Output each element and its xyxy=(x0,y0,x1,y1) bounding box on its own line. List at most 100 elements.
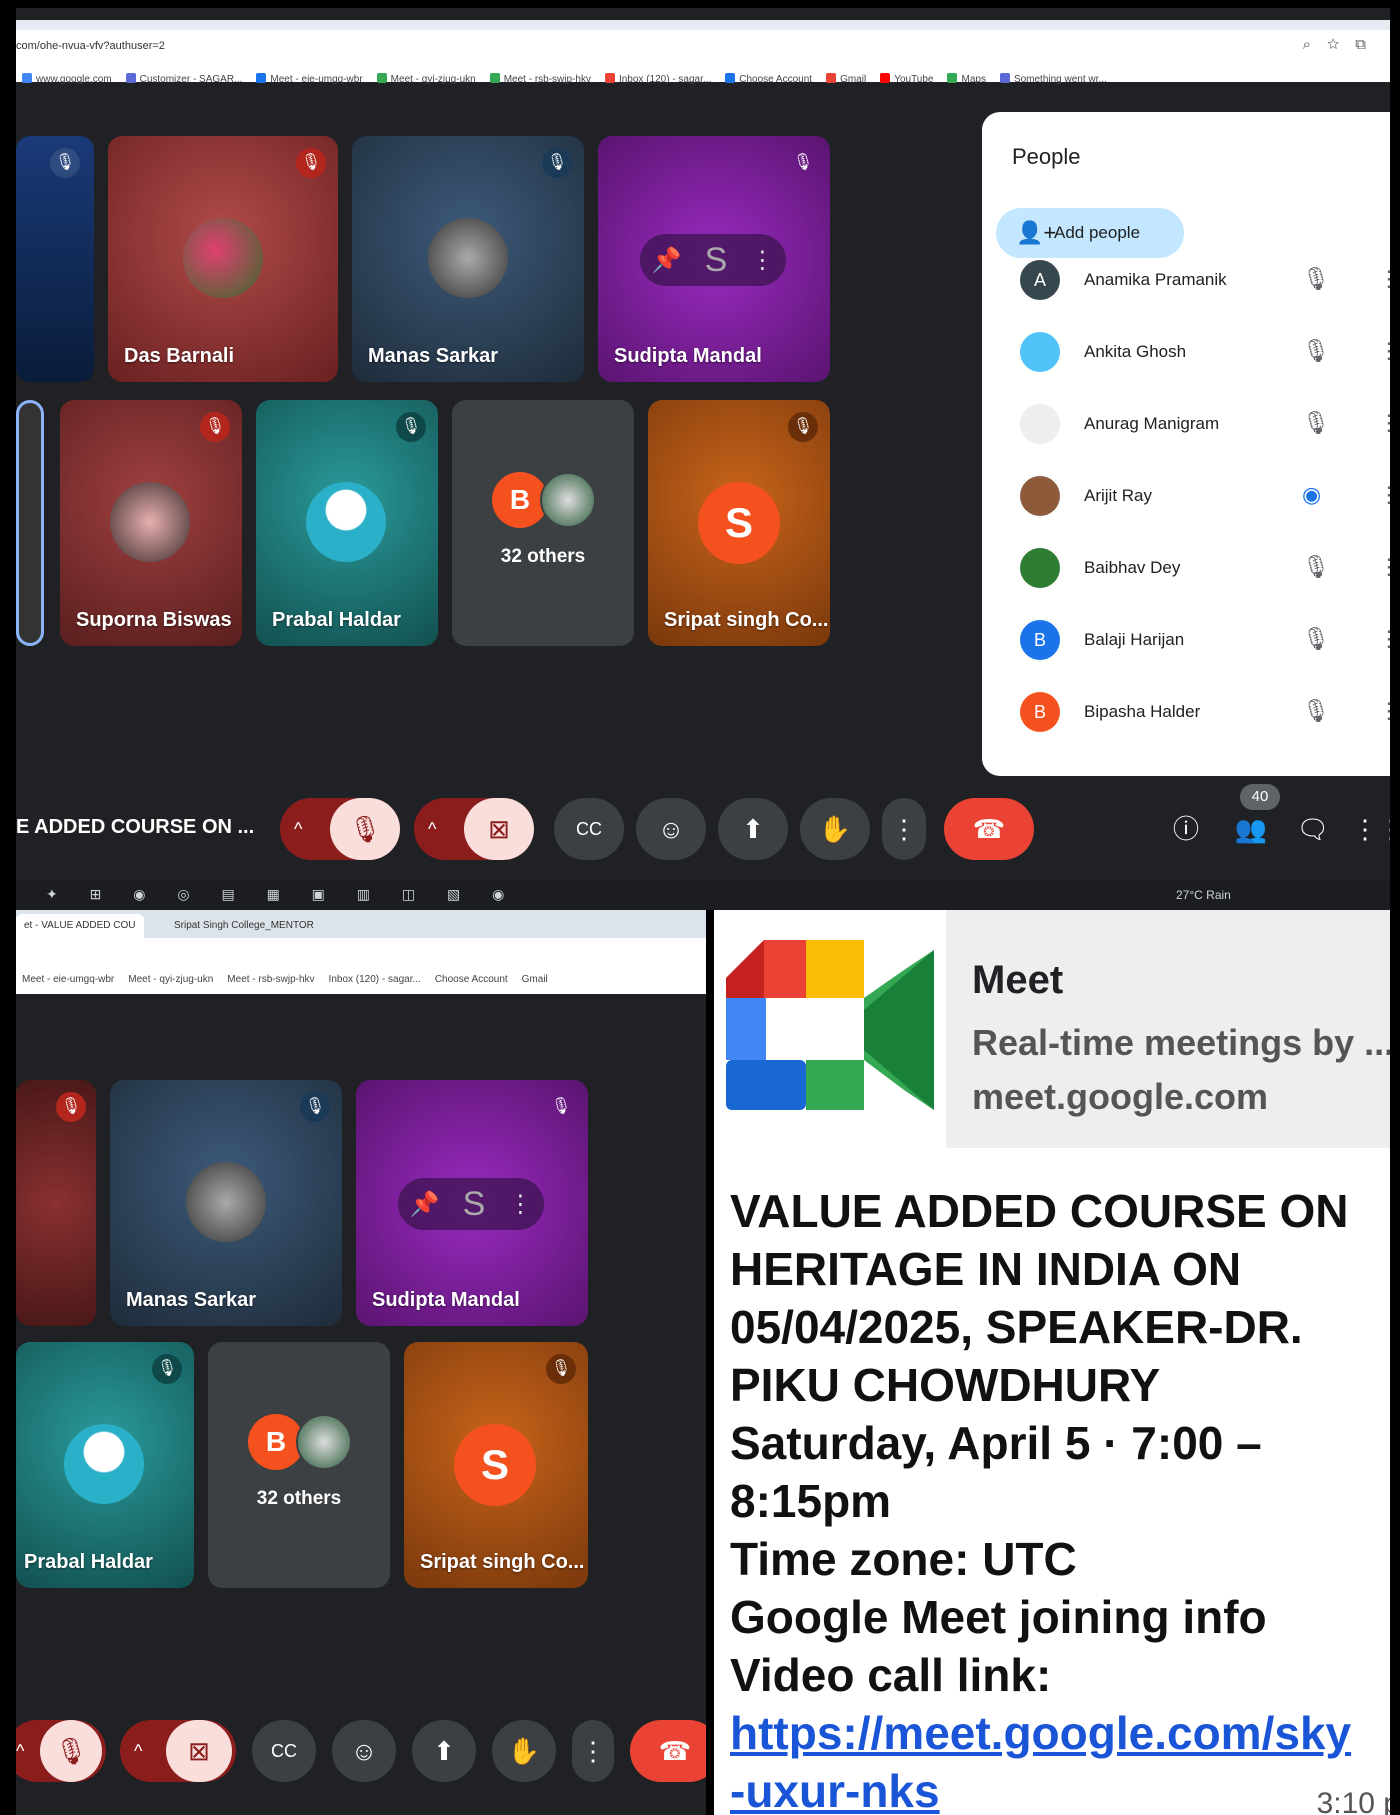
bookmark-favicon-icon xyxy=(256,73,267,83)
mic-options-button[interactable]: ^ 🎙 xyxy=(16,1720,106,1782)
weather-widget[interactable]: 27°C Rain xyxy=(1176,888,1231,902)
tile-partial-left[interactable]: 🎙 xyxy=(16,1080,96,1326)
participant-row[interactable]: Anurag Manigram 🎙 ⋮ xyxy=(982,388,1390,460)
mic-off-icon[interactable]: 🎙 xyxy=(1302,698,1330,724)
participant-row[interactable]: B Balaji Harijan 🎙 ⋮ xyxy=(982,604,1390,676)
mic-off-icon[interactable]: 🎙 xyxy=(1302,338,1330,364)
emoji-button[interactable]: ☺ xyxy=(332,1720,396,1782)
camera-options-button[interactable]: ^ ⊠ xyxy=(414,798,534,860)
participant-row[interactable]: A Anamika Pramanik 🎙 ⋮ xyxy=(982,244,1390,316)
participant-avatar xyxy=(1020,404,1060,444)
star-icon[interactable]: ☆ xyxy=(1327,36,1355,53)
leave-call-button[interactable]: ☎ xyxy=(630,1720,706,1782)
mic-toggle-button[interactable]: 🎙 xyxy=(40,1720,102,1782)
tab-meet[interactable]: et - VALUE ADDED COU xyxy=(16,914,144,938)
tile-sudipta-mandal[interactable]: 🎙 📌 S ⋮ Sudipta Mandal xyxy=(598,136,830,382)
tile-sudipta-mandal[interactable]: 🎙 📌 S ⋮ Sudipta Mandal xyxy=(356,1080,588,1326)
bookmark-item[interactable]: Maps xyxy=(947,73,986,85)
raise-hand-button[interactable]: ✋ xyxy=(800,798,870,860)
link-preview-card[interactable]: Meet Real-time meetings by ... meet.goog… xyxy=(714,910,1390,1148)
tile-sripat-singh[interactable]: 🎙 S Sripat singh Co... xyxy=(404,1342,588,1588)
avatar xyxy=(428,218,508,298)
bookmark-item[interactable]: Meet - qyi-zjug-ukn xyxy=(376,73,476,85)
tile-das-barnali[interactable]: 🎙 Das Barnali xyxy=(108,136,338,382)
bookmark-item[interactable]: Choose Account xyxy=(725,73,812,85)
bookmark-item[interactable]: Gmail xyxy=(826,73,866,85)
raise-hand-button[interactable]: ✋ xyxy=(492,1720,556,1782)
participant-row[interactable]: B Bipasha Halder 🎙 ⋮ xyxy=(982,676,1390,748)
leave-call-button[interactable]: ☎ xyxy=(944,798,1034,860)
present-button[interactable]: ⬆ xyxy=(718,798,788,860)
emoji-button[interactable]: ☺ xyxy=(636,798,706,860)
bookmark-item[interactable]: Meet - eie-umgq-wbr xyxy=(22,974,114,985)
present-button[interactable]: ⬆ xyxy=(412,1720,476,1782)
captions-button[interactable]: CC xyxy=(554,798,624,860)
bookmark-item[interactable]: Meet - rsb-swjp-hkv xyxy=(227,974,314,985)
bookmark-item[interactable]: Something went wr... xyxy=(999,73,1107,85)
more-vert-icon[interactable]: ⋮ xyxy=(1378,410,1390,436)
mic-off-icon[interactable]: 🎙 xyxy=(1302,554,1330,580)
mic-off-icon[interactable]: 🎙 xyxy=(1302,410,1330,436)
captions-button[interactable]: CC xyxy=(252,1720,316,1782)
bookmark-favicon-icon xyxy=(489,73,500,83)
more-vert-icon[interactable]: ⋮ xyxy=(508,1190,532,1219)
mic-off-icon: 🎙 xyxy=(56,1092,86,1122)
more-vert-icon[interactable]: ⋮ xyxy=(1378,338,1390,364)
bookmark-item[interactable]: www.google.com xyxy=(22,73,112,85)
tile-suporna-biswas[interactable]: 🎙 Suporna Biswas xyxy=(60,400,242,646)
chevron-up-icon: ^ xyxy=(16,1741,25,1761)
more-options-button[interactable]: ⋮ xyxy=(572,1720,614,1782)
message-line: Saturday, April 5 · 7:00 – xyxy=(730,1417,1262,1469)
tile-manas-sarkar[interactable]: 🎙 Manas Sarkar xyxy=(352,136,584,382)
pin-icon[interactable]: 📌 xyxy=(652,246,682,275)
tile-partial-left[interactable]: 🎙 xyxy=(16,136,94,382)
bookmark-item[interactable]: Choose Account xyxy=(435,974,508,985)
tile-partial-presenting[interactable] xyxy=(16,400,44,646)
camera-toggle-button[interactable]: ⊠ xyxy=(166,1720,232,1782)
meet-link-line2[interactable]: -uxur-nks xyxy=(730,1762,1390,1815)
participant-row[interactable]: Ankita Ghosh 🎙 ⋮ xyxy=(982,316,1390,388)
mic-off-icon[interactable]: 🎙 xyxy=(1302,266,1330,292)
tile-others[interactable]: B 32 others xyxy=(208,1342,390,1588)
avatar xyxy=(296,1414,352,1470)
chat-button[interactable]: 🗨 xyxy=(1290,798,1336,860)
meet-link-line1[interactable]: https://meet.google.com/sky xyxy=(730,1704,1390,1762)
bookmark-item[interactable]: Customizer - SAGAR... xyxy=(125,73,242,85)
bookmark-item[interactable]: Gmail xyxy=(522,974,548,985)
more-vert-icon[interactable]: ⋮ xyxy=(1378,266,1390,292)
bookmark-item[interactable]: YouTube xyxy=(880,73,933,85)
speaking-icon[interactable]: ◉ xyxy=(1302,482,1321,508)
mic-off-icon[interactable]: 🎙 xyxy=(1302,626,1330,652)
tile-sripat-singh[interactable]: 🎙 S Sripat singh Co... xyxy=(648,400,830,646)
info-button[interactable]: ⓘ xyxy=(1166,798,1206,860)
bookmark-item[interactable]: Meet - qyi-zjug-ukn xyxy=(128,974,213,985)
extensions-icon[interactable]: ⧉ xyxy=(1355,36,1382,53)
tile-others[interactable]: B 32 others xyxy=(452,400,634,646)
camera-toggle-button[interactable]: ⊠ xyxy=(464,798,534,860)
more-vert-icon[interactable]: ⋮ xyxy=(750,246,774,275)
mic-options-button[interactable]: ^ 🎙 xyxy=(280,798,400,860)
card-description: Real-time meetings by ... xyxy=(972,1022,1390,1063)
tile-prabal-haldar[interactable]: 🎙 Prabal Haldar xyxy=(256,400,438,646)
taskbar-apps[interactable]: ✦ ⊞ ◉ ◎ ▤ ▦ ▣ ▥ ◫ ▧ ◉ xyxy=(46,886,518,903)
more-options-button[interactable]: ⋮ xyxy=(882,798,926,860)
more-vert-icon[interactable]: ⋮ xyxy=(1378,626,1390,652)
participant-row[interactable]: Arijit Ray ◉ ⋮ xyxy=(982,460,1390,532)
bookmark-item[interactable]: Inbox (120) - sagar... xyxy=(329,974,421,985)
tab-mentor[interactable]: Sripat Singh College_MENTOR xyxy=(166,914,322,938)
more-vert-icon[interactable]: ⋮ xyxy=(1378,698,1390,724)
camera-options-button[interactable]: ^ ⊠ xyxy=(120,1720,236,1782)
more-vert-icon[interactable]: ⋮ xyxy=(1378,482,1390,508)
zoom-icon[interactable]: ⌕ xyxy=(1303,36,1327,53)
tile-prabal-haldar[interactable]: 🎙 Prabal Haldar xyxy=(16,1342,194,1588)
participant-row[interactable]: Baibhav Dey 🎙 ⋮ xyxy=(982,532,1390,604)
bookmark-item[interactable]: Inbox (120) - sagar... xyxy=(604,73,711,85)
address-bar[interactable]: com/ohe-nvua-vfv?authuser=2 xyxy=(16,40,165,52)
mic-toggle-button[interactable]: 🎙 xyxy=(330,798,400,860)
bookmark-item[interactable]: Meet - rsb-swjp-hkv xyxy=(489,73,591,85)
activities-button[interactable]: ⋮⋮ xyxy=(1352,798,1390,860)
pin-icon[interactable]: 📌 xyxy=(410,1190,440,1219)
tile-manas-sarkar[interactable]: 🎙 Manas Sarkar xyxy=(110,1080,342,1326)
more-vert-icon[interactable]: ⋮ xyxy=(1378,554,1390,580)
bookmark-item[interactable]: Meet - eie-umgq-wbr xyxy=(256,73,363,85)
